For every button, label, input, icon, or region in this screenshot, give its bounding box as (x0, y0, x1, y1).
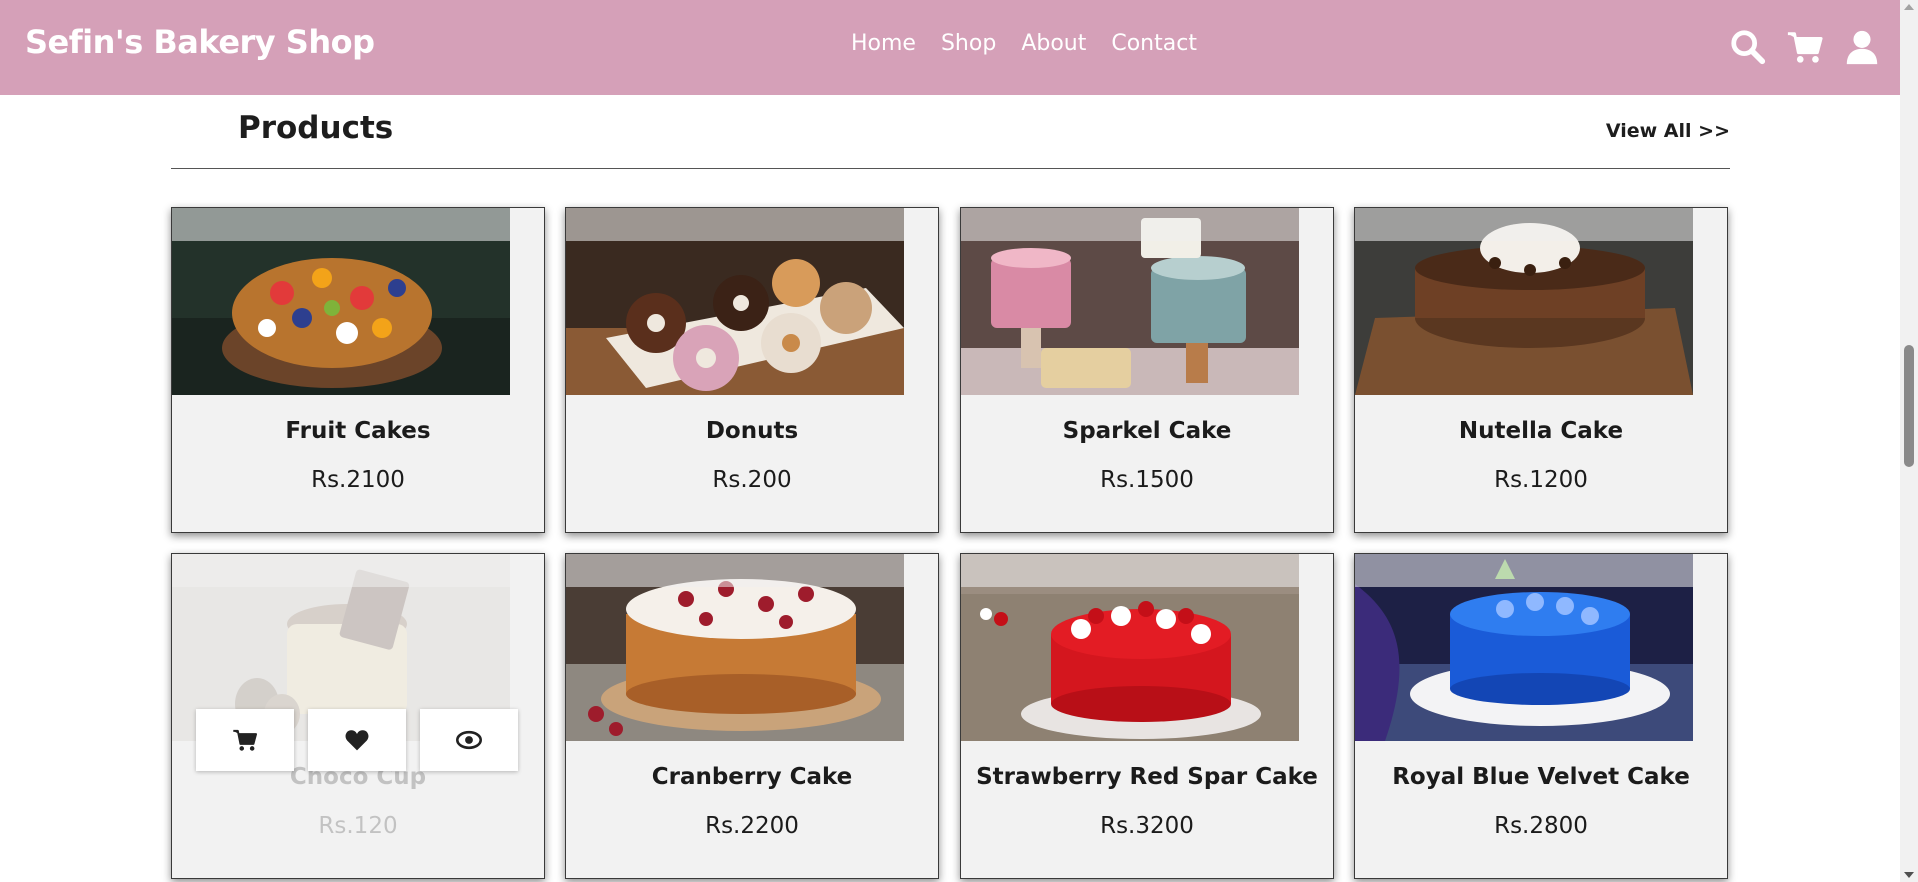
cart-icon[interactable] (1786, 28, 1824, 66)
page-scrollbar[interactable] (1900, 0, 1918, 882)
view-all-link[interactable]: View All >> (1606, 120, 1730, 142)
product-card-sparkel-cake[interactable]: Sparkel Cake Rs.1500 (960, 207, 1334, 533)
product-price: Rs.3200 (1100, 813, 1194, 839)
product-name: Cranberry Cake (651, 764, 853, 790)
product-card-nutella-cake[interactable]: Nutella Cake Rs.1200 (1354, 207, 1728, 533)
nav-shop-link[interactable]: Shop (941, 31, 996, 56)
donuts-image (566, 208, 904, 395)
eye-icon (456, 730, 482, 750)
nav-about-link[interactable]: About (1021, 31, 1086, 56)
main-nav: Home Shop About Contact (851, 31, 1197, 56)
product-name: Strawberry Red Spar Cake (976, 764, 1318, 790)
section-divider (171, 168, 1730, 169)
product-price: Rs.120 (318, 813, 398, 839)
product-price: Rs.200 (712, 467, 792, 493)
blue-velvet-cake-image (1355, 554, 1693, 741)
product-name: Donuts (705, 418, 799, 444)
product-price: Rs.1500 (1100, 467, 1194, 493)
add-to-wishlist-button[interactable] (308, 709, 406, 771)
nav-home-link[interactable]: Home (851, 31, 916, 56)
product-card-strawberry-red-spar-cake[interactable]: Strawberry Red Spar Cake Rs.3200 (960, 553, 1334, 879)
search-icon[interactable] (1729, 28, 1767, 66)
product-price: Rs.2100 (311, 467, 405, 493)
sparkel-cake-image (961, 208, 1299, 395)
products-heading: Products (238, 110, 394, 146)
add-to-cart-button[interactable] (196, 709, 294, 771)
product-name: Royal Blue Velvet Cake (1392, 764, 1690, 790)
scroll-down-arrow-icon[interactable] (1904, 872, 1914, 878)
product-price: Rs.1200 (1494, 467, 1588, 493)
fruit-cake-image (172, 208, 510, 395)
nav-contact-link[interactable]: Contact (1111, 31, 1197, 56)
brand-logo[interactable]: Sefin's Bakery Shop (25, 23, 375, 61)
scroll-thumb[interactable] (1904, 345, 1914, 467)
strawberry-cake-image (961, 554, 1299, 741)
product-card-royal-blue-velvet-cake[interactable]: Royal Blue Velvet Cake Rs.2800 (1354, 553, 1728, 879)
quick-view-button[interactable] (420, 709, 518, 771)
product-name: Fruit Cakes (285, 418, 431, 444)
product-hover-actions (196, 709, 518, 771)
product-price: Rs.2200 (705, 813, 799, 839)
user-icon[interactable] (1843, 28, 1881, 66)
product-card-donuts[interactable]: Donuts Rs.200 (565, 207, 939, 533)
product-name: Sparkel Cake (1062, 418, 1232, 444)
product-name: Nutella Cake (1458, 418, 1624, 444)
product-card-cranberry-cake[interactable]: Cranberry Cake Rs.2200 (565, 553, 939, 879)
top-navbar: Sefin's Bakery Shop Home Shop About Cont… (0, 0, 1900, 95)
product-price: Rs.2800 (1494, 813, 1588, 839)
product-card-fruit-cakes[interactable]: Fruit Cakes Rs.2100 (171, 207, 545, 533)
cranberry-cake-image (566, 554, 904, 741)
nutella-cake-image (1355, 208, 1693, 395)
scroll-up-arrow-icon[interactable] (1904, 4, 1914, 10)
cart-icon (233, 729, 258, 751)
heart-icon (345, 730, 369, 751)
product-card-choco-cup[interactable]: Choco Cup Rs.120 (171, 553, 545, 879)
